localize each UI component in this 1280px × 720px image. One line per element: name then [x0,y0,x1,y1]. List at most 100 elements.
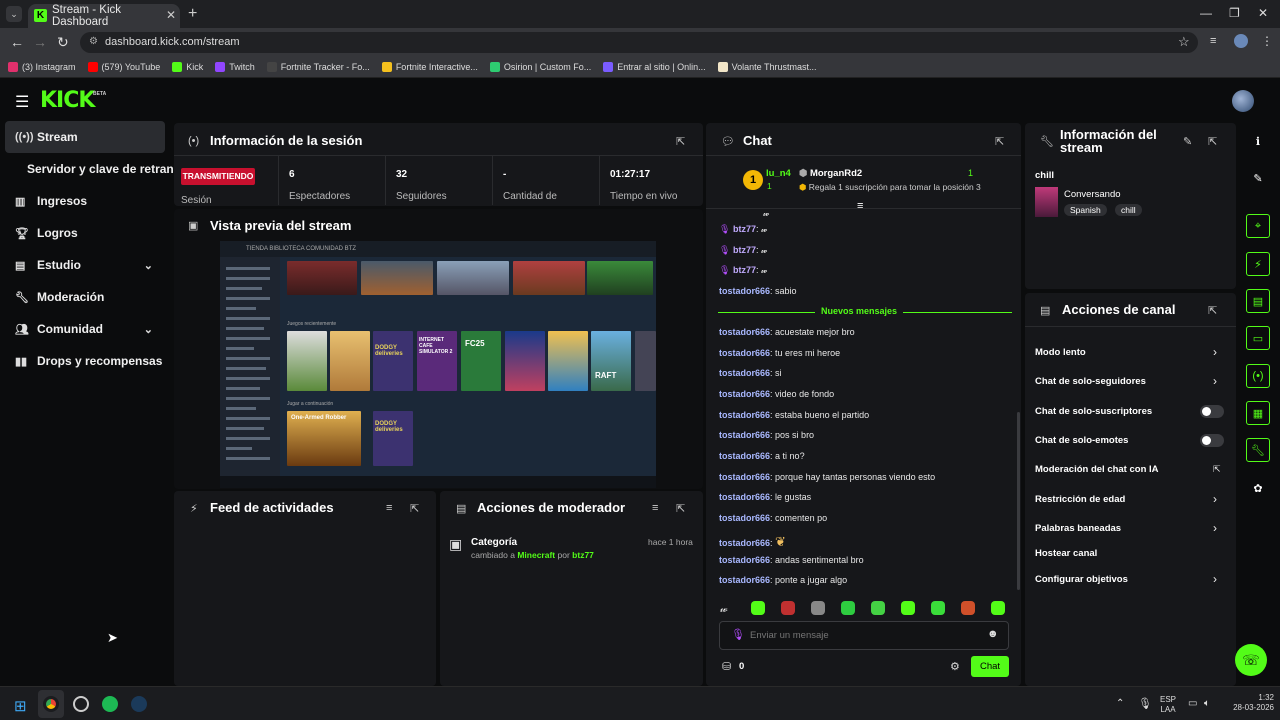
sidebar-item-achievements[interactable]: 🏆︎ Logros [5,217,165,249]
subscribers-only-toggle[interactable] [1200,405,1224,418]
bookmark-item[interactable]: (579) YouTube [87,61,160,72]
chat-username[interactable]: tostador666 [719,327,770,337]
document-icon[interactable]: ▤ [1246,289,1270,313]
bookmark-item[interactable]: Volante Thrustmast... [717,61,816,72]
bookmark-item[interactable]: Kick [172,61,203,72]
chat-username[interactable]: tostador666 [719,513,770,523]
profile-avatar[interactable] [1234,34,1248,48]
tab-search-icon[interactable]: ⌄ [6,6,22,22]
gift-prompt[interactable]: ⬢ Regala 1 suscripción para tomar la pos… [799,182,981,193]
chat-username[interactable]: tostador666 [719,389,770,399]
chevron-right-icon[interactable]: › [1213,345,1217,359]
emote-icon[interactable] [751,601,765,615]
sidebar-item-community[interactable]: 👥︎ Comunidad ⌄ [5,313,165,345]
emotes-only-toggle[interactable] [1200,434,1224,447]
chat-username[interactable]: tostador666 [719,555,770,565]
emote-icon[interactable] [991,601,1005,615]
channel-action-banned-words[interactable]: Palabras baneadas [1035,523,1121,534]
sidebar-item-studio[interactable]: ▤ Estudio ⌄ [5,249,165,281]
popout-icon[interactable]: ⇱ [410,502,419,515]
popout-icon[interactable]: ⇱ [676,135,685,148]
emoji-icon[interactable]: ☻ [987,628,999,640]
mod-action-category[interactable]: Minecraft [517,550,555,560]
top-gifter-name[interactable]: lu_n4 [766,168,791,179]
bookmark-star-icon[interactable]: ☆ [1178,34,1190,50]
emote-icon[interactable] [811,601,825,615]
reload-icon[interactable]: ↻ [57,34,69,51]
chevron-right-icon[interactable]: › [1213,492,1217,506]
chat-username[interactable]: tostador666 [719,538,770,548]
filter-icon[interactable]: ≡ [386,502,392,514]
chrome-icon[interactable] [43,696,59,712]
channel-action-slow-mode[interactable]: Modo lento [1035,347,1086,358]
bookmark-item[interactable]: (3) Instagram [8,61,76,72]
browser-tab[interactable]: K Stream - Kick Dashboard ✕ [28,4,180,28]
channel-action-followers-only[interactable]: Chat de solo-seguidores [1035,376,1146,387]
chat-username[interactable]: btz77 [733,224,756,234]
kick-logo[interactable]: KICK [40,88,95,113]
focus-icon[interactable]: ⌖ [1246,214,1270,238]
chat-username[interactable]: btz77 [733,245,756,255]
chat-settings-icon[interactable]: ⚙ [950,660,960,673]
second-gifter-name[interactable]: ⬢ MorganRd2 [799,168,862,179]
chat-bubble-icon[interactable]: ▭ [1246,326,1270,350]
popout-icon[interactable]: ⇱ [1208,304,1217,317]
chat-username[interactable]: btz77 [733,265,756,275]
chat-username[interactable]: tostador666 [719,410,770,420]
browser-menu-icon[interactable]: ⋮ [1261,34,1273,48]
support-icon[interactable]: ☏ [1235,644,1267,676]
sidebar-item-revenue[interactable]: ▥ Ingresos [5,185,165,217]
bookmark-item[interactable]: Entrar al sitio | Onlin... [603,61,706,72]
bookmark-item[interactable]: Fortnite Tracker - Fo... [266,61,370,72]
stream-category[interactable]: Conversando [1064,189,1121,200]
spotify-icon[interactable] [102,696,118,712]
chevron-right-icon[interactable]: › [1213,521,1217,535]
emote-icon[interactable] [931,601,945,615]
back-icon[interactable]: ← [10,34,24,50]
chevron-right-icon[interactable]: › [1213,374,1217,388]
emote-icon[interactable] [961,601,975,615]
palette-icon[interactable]: ✿ [1246,476,1270,500]
start-icon[interactable]: ⊞ [14,697,27,715]
edit-icon[interactable]: ✎ [1246,166,1270,190]
clock[interactable]: 1:32 28-03-2026 [1222,693,1274,713]
obs-icon[interactable] [73,696,89,712]
chat-username[interactable]: tostador666 [719,575,770,585]
emote-icon[interactable] [841,601,855,615]
channel-action-goals[interactable]: Configurar objetivos [1035,574,1128,585]
chat-username[interactable]: tostador666 [719,430,770,440]
close-window-icon[interactable]: ✕ [1258,6,1268,20]
chat-username[interactable]: tostador666 [719,472,770,482]
lightning-icon[interactable]: ⚡︎ [1246,252,1270,276]
popout-icon[interactable]: ⇱ [676,502,685,515]
edit-icon[interactable]: ✎ [1183,135,1192,148]
chat-username[interactable]: tostador666 [719,451,770,461]
filter-icon[interactable]: ≡ [652,502,658,514]
chat-scrollbar[interactable] [1017,412,1020,590]
site-info-icon[interactable]: ⚙ [89,36,98,47]
minimize-icon[interactable]: — [1200,6,1212,20]
url-input[interactable]: dashboard.kick.com/stream [80,32,1198,53]
bookmark-item[interactable]: Twitch [215,61,255,72]
emote-icon[interactable] [901,601,915,615]
bookmark-item[interactable]: Fortnite Interactive... [381,61,478,72]
emote-icon[interactable] [781,601,795,615]
tray-mic-icon[interactable]: 🎙︎ [1138,697,1152,710]
wrench-icon[interactable]: 🔧︎ [1246,438,1270,462]
keyboard-language[interactable]: ESP LAA [1156,695,1180,715]
menu-icon[interactable]: ☰ [15,92,29,112]
sidebar-item-server-key[interactable]: Servidor y clave de retransmisión [17,153,177,185]
chat-expand-icon[interactable]: ≡ [857,200,863,212]
channel-action-ai-moderation[interactable]: Moderación del chat con IA [1035,464,1159,475]
chat-username[interactable]: tostador666 [719,492,770,502]
user-avatar[interactable] [1232,90,1254,112]
channel-action-host[interactable]: Hostear canal [1035,548,1097,559]
chat-send-button[interactable]: Chat [971,656,1009,677]
broadcast-icon[interactable]: (•) [1246,364,1270,388]
bookmark-item[interactable]: Osirion | Custom Fo... [489,61,591,72]
media-icon[interactable]: ≡ [1210,35,1216,47]
new-tab-icon[interactable]: + [188,5,197,23]
forward-icon[interactable]: → [33,34,47,50]
chat-message-input[interactable] [750,626,970,644]
info-icon[interactable]: ℹ [1246,129,1270,153]
